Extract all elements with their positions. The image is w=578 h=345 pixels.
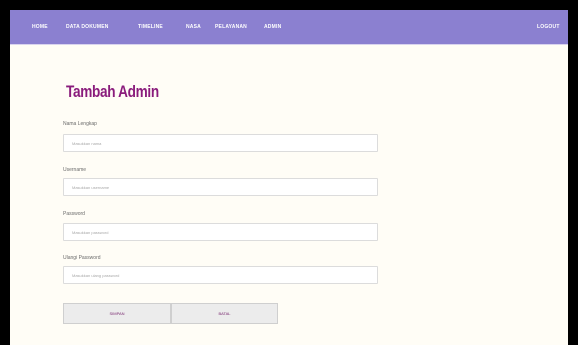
nav-pelayanan[interactable]: PELAYANAN (215, 22, 247, 32)
logout-button[interactable]: LOGOUT (537, 22, 560, 32)
password-label: Password (63, 211, 85, 217)
nav-admin[interactable]: ADMIN (264, 22, 281, 32)
nav-data-dokumen[interactable]: DATA DOKUMEN (66, 22, 109, 32)
username-label: Username (63, 167, 87, 173)
nav-nasa[interactable]: NASA (186, 22, 201, 32)
full-name-label: Nama Lengkap (63, 121, 97, 127)
browser-page: HOME DATA DOKUMEN TIMELINE NASA PELAYANA… (10, 10, 568, 345)
navbar-divider (10, 44, 568, 45)
username-input[interactable] (63, 178, 378, 196)
nav-timeline[interactable]: TIMELINE (138, 22, 163, 32)
page-title: Tambah Admin (66, 82, 159, 101)
confirm-password-input[interactable] (63, 266, 378, 284)
cancel-button[interactable]: BATAL (171, 303, 278, 324)
top-navbar: HOME DATA DOKUMEN TIMELINE NASA PELAYANA… (10, 10, 568, 44)
confirm-password-label: Ulangi Password (63, 255, 101, 261)
nav-home[interactable]: HOME (32, 22, 48, 32)
full-name-input[interactable] (63, 134, 378, 152)
password-input[interactable] (63, 223, 378, 241)
submit-button[interactable]: SIMPAN (63, 303, 171, 324)
